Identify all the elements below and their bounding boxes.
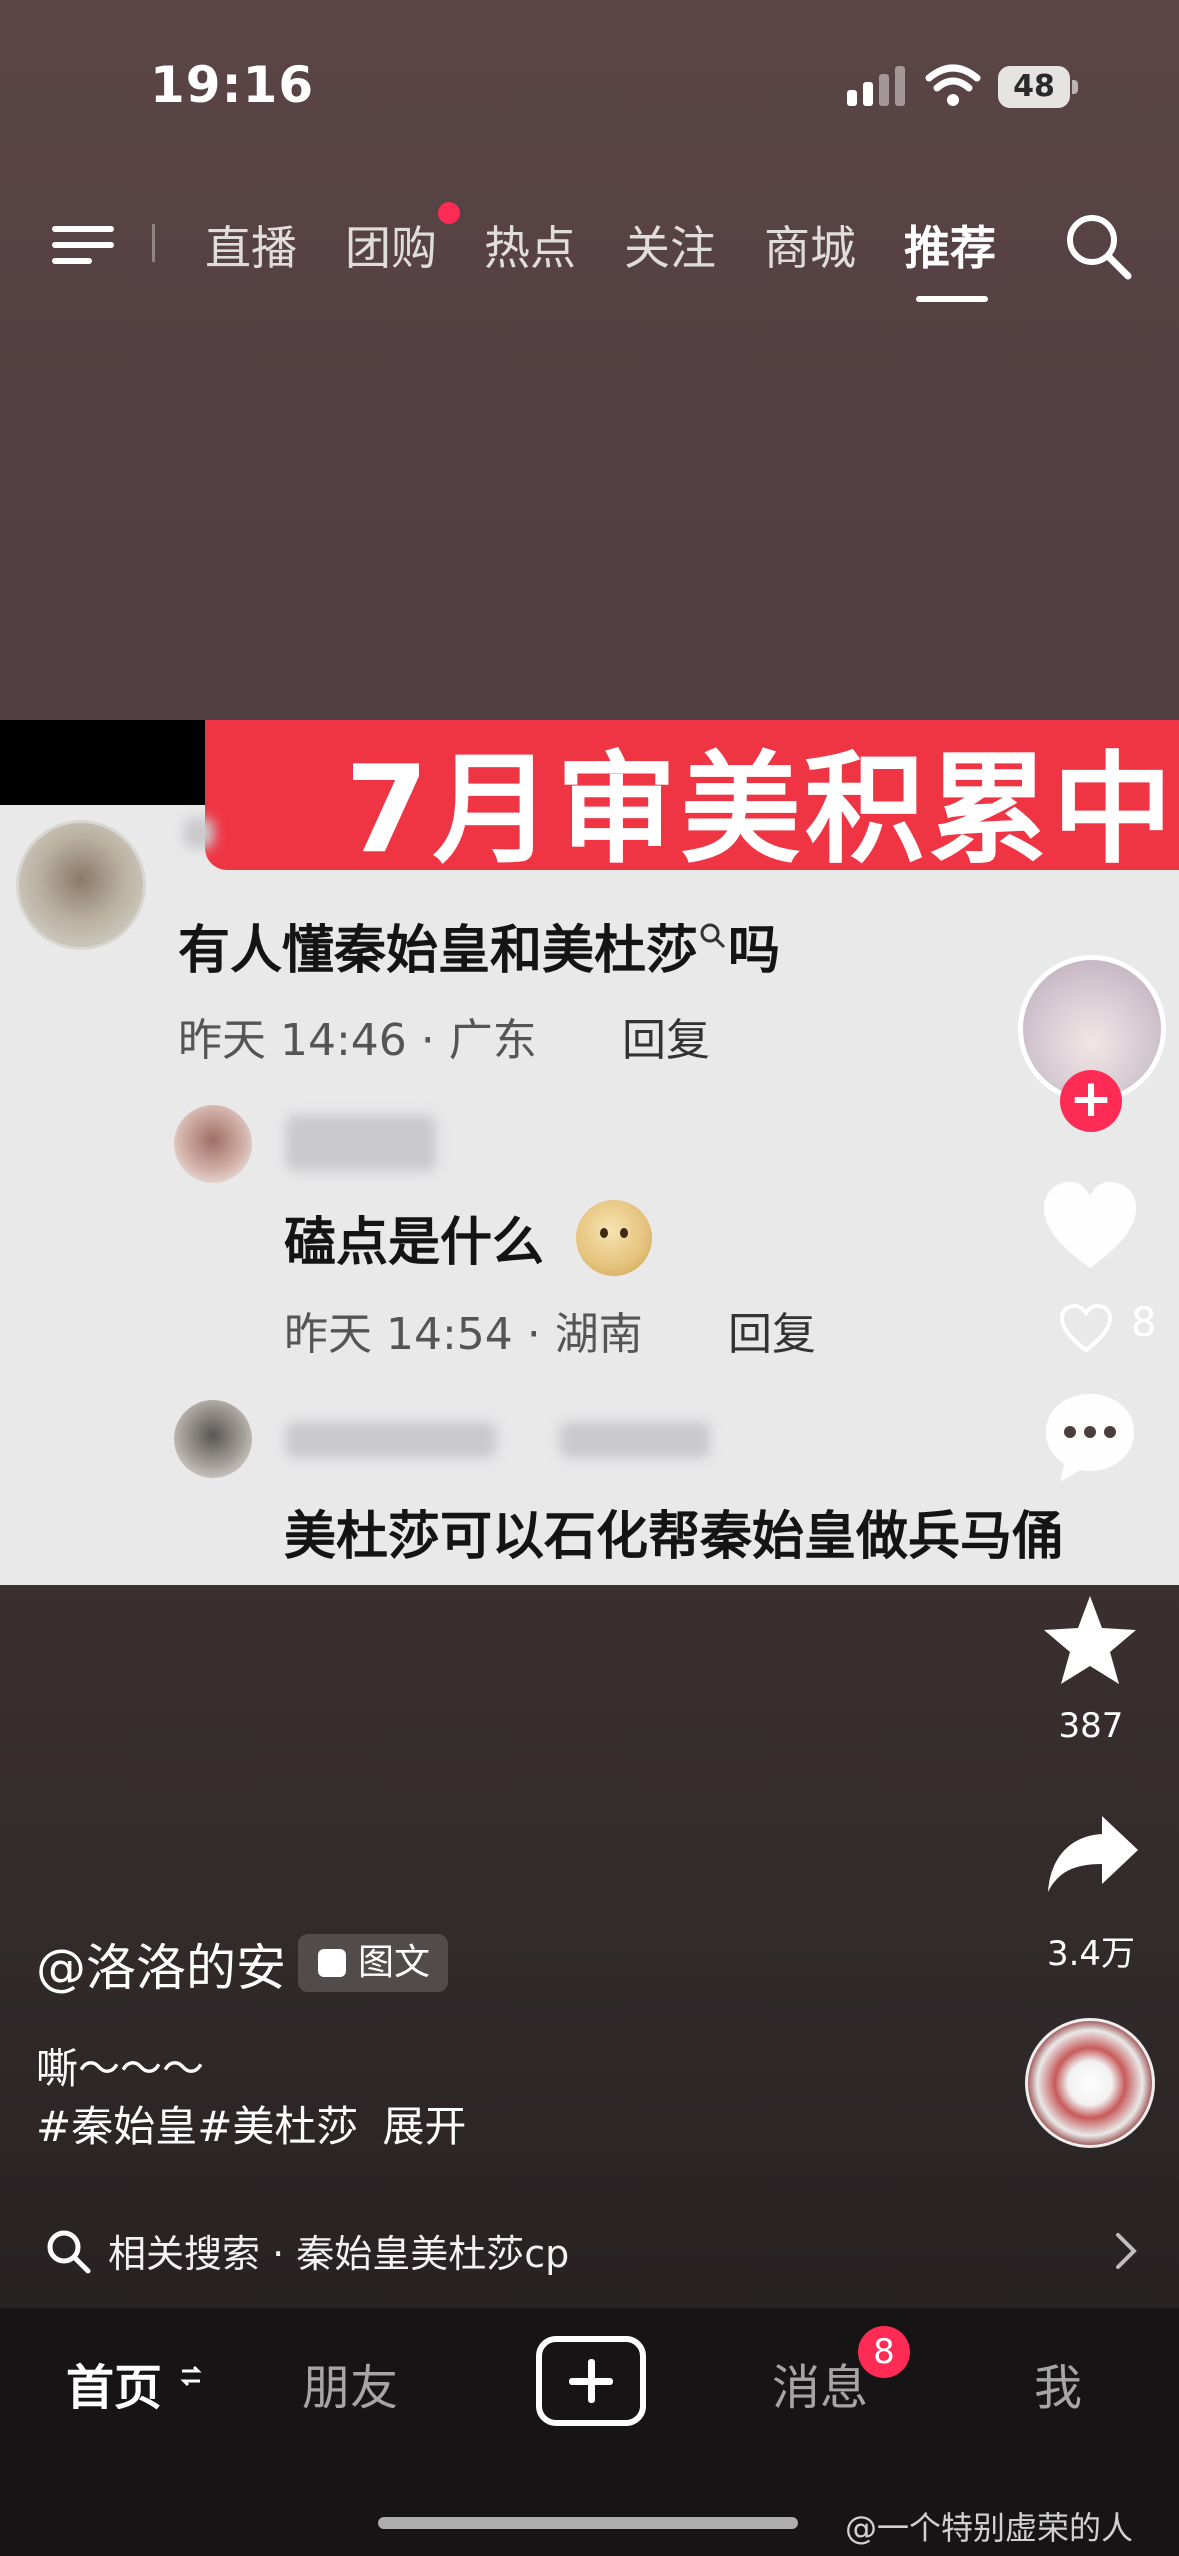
like-count-text: 8	[1131, 1300, 1157, 1346]
heart-outline-icon	[1059, 1304, 1113, 1353]
share-icon[interactable]	[1044, 1812, 1140, 1896]
author-name[interactable]: @洛洛的安	[36, 1928, 286, 2000]
blurred-username	[184, 818, 214, 848]
tab-recommended[interactable]: 推荐	[904, 212, 996, 278]
black-bar	[0, 720, 210, 805]
commenter-avatar	[16, 820, 146, 950]
battery-level: 48	[998, 66, 1070, 108]
reply-text: 磕点是什么	[284, 1213, 545, 1273]
blurred-username	[286, 1422, 496, 1458]
favorite-count: 387	[1058, 1706, 1124, 1746]
comment-reply: 回复	[622, 1015, 710, 1066]
create-button[interactable]	[536, 2336, 646, 2426]
search-icon[interactable]	[1062, 210, 1134, 282]
search-icon	[47, 2230, 91, 2274]
related-search-bar[interactable]: 相关搜索 · 秦始皇美杜莎cp	[0, 2205, 1179, 2295]
status-bar: 19:16 48	[0, 0, 1179, 160]
title-banner: 7月审美积累中	[205, 720, 1179, 880]
menu-icon[interactable]	[52, 220, 114, 270]
star-icon[interactable]	[1040, 1592, 1140, 1688]
tab-trending[interactable]: 热点	[484, 212, 576, 278]
hashtag-link[interactable]: #秦始皇#美杜莎	[36, 2102, 358, 2151]
reply-meta: 昨天 14:54 · 湖南	[284, 1309, 643, 1360]
tab-messages[interactable]: 消息	[772, 2348, 868, 2418]
wifi-icon	[925, 64, 981, 106]
emoji-icon	[576, 1200, 652, 1276]
comment-meta: 昨天 14:46 · 广东	[178, 1015, 537, 1066]
follow-button[interactable]: +	[1060, 1070, 1122, 1132]
tab-friends[interactable]: 朋友	[302, 2348, 398, 2418]
heart-icon[interactable]	[1040, 1180, 1140, 1272]
blurred-username	[286, 1115, 436, 1171]
tab-live[interactable]: 直播	[205, 212, 297, 278]
reply-reply: 回复	[728, 1309, 816, 1360]
tab-home[interactable]: 首页	[66, 2348, 162, 2418]
active-tab-underline	[916, 296, 988, 302]
music-disc[interactable]	[1025, 2018, 1155, 2148]
tab-notification-dot	[438, 202, 460, 224]
nav-divider	[152, 224, 155, 262]
share-count: 3.4万	[1046, 1934, 1136, 1974]
banner-text: 7月审美积累中	[345, 741, 1177, 880]
reply-avatar	[174, 1400, 252, 1478]
tab-group-buy[interactable]: 团购	[345, 212, 437, 278]
swap-icon	[180, 2365, 202, 2387]
message-badge: 8	[858, 2326, 910, 2378]
reply-avatar	[174, 1105, 252, 1183]
post-image[interactable]: 7月审美积累中 有人懂秦始皇和美杜莎吗 昨天 14:46 · 广东 回复 磕点是…	[0, 720, 1179, 1585]
image-text-icon	[318, 1949, 346, 1977]
battery-nub	[1072, 80, 1078, 94]
battery-indicator: 48	[998, 66, 1078, 108]
image-text-badge: 图文	[298, 1934, 449, 1992]
badge-label: 图文	[358, 1942, 431, 1983]
tab-following[interactable]: 关注	[624, 212, 716, 278]
home-indicator	[378, 2517, 798, 2529]
watermark: @一个特别虚荣的人	[845, 2509, 1134, 2547]
tab-me[interactable]: 我	[1034, 2348, 1082, 2418]
blurred-username	[560, 1422, 710, 1458]
related-search-text: 相关搜索 · 秦始皇美杜莎cp	[108, 2232, 570, 2276]
comment-text: 有人懂秦始皇和美杜莎吗	[178, 921, 781, 981]
chevron-right-icon	[1116, 2233, 1137, 2269]
post-hashtags: #秦始皇#美杜莎 展开	[36, 2093, 490, 2154]
cellular-signal-icon	[847, 66, 905, 106]
search-tag-icon	[700, 923, 726, 949]
post-description: 嘶～～～	[36, 2044, 205, 2093]
tab-mall[interactable]: 商城	[764, 212, 856, 278]
top-nav: 直播 团购 热点 关注 商城 推荐	[0, 190, 1179, 310]
comment-icon[interactable]	[1040, 1388, 1140, 1488]
expand-link[interactable]: 展开	[382, 2102, 466, 2151]
status-time: 19:16	[150, 56, 315, 114]
reply-text: 美杜莎可以石化帮秦始皇做兵马俑	[284, 1507, 1065, 1567]
